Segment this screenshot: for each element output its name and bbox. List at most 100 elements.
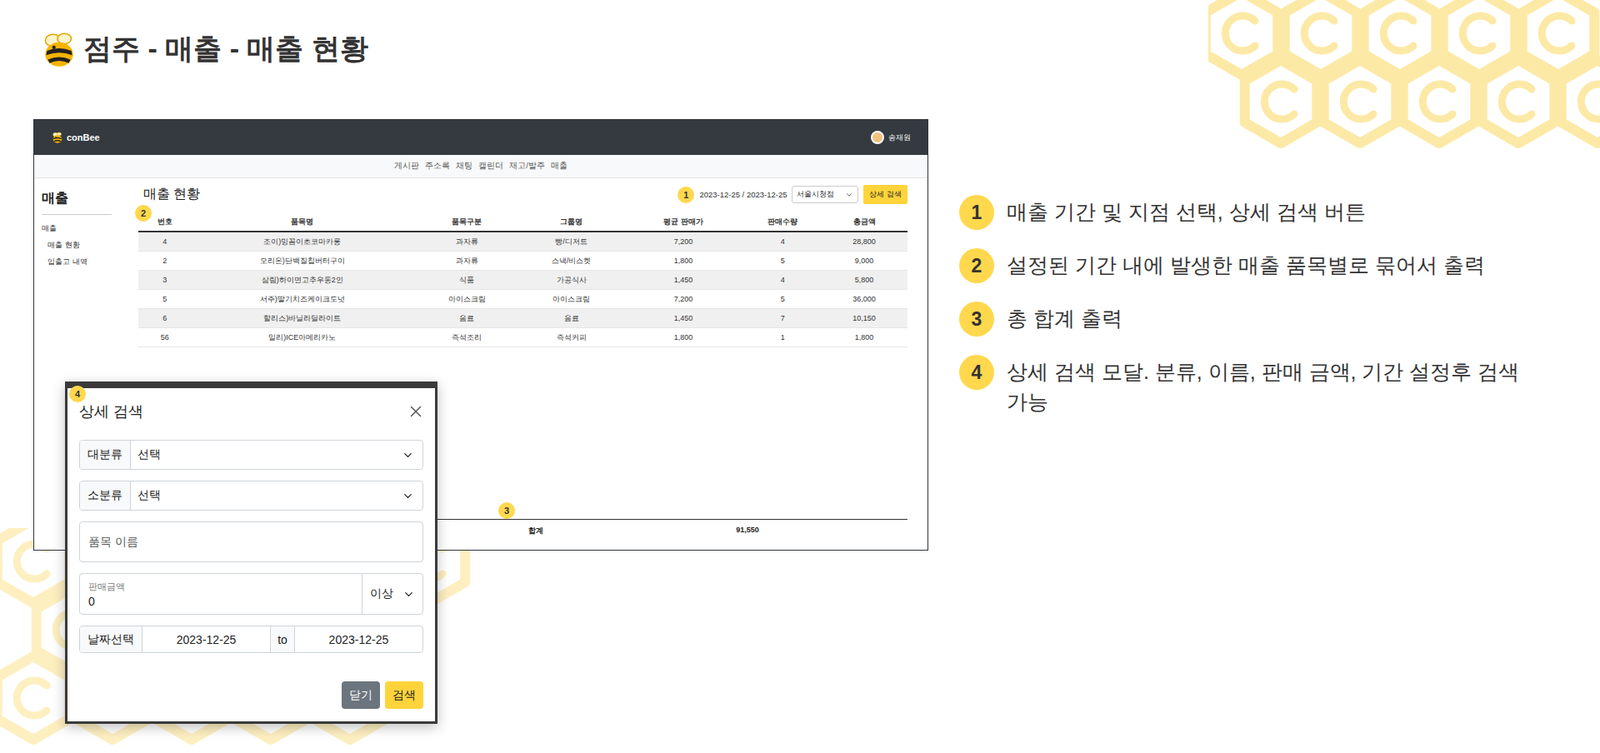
close-icon: [406, 402, 425, 421]
chevron-down-icon: [845, 190, 854, 200]
sidebar-item[interactable]: 매출: [41, 223, 112, 235]
table-cell: 10,150: [820, 314, 908, 323]
table-cell: 9,000: [820, 256, 908, 265]
field-label: 판매금액: [88, 580, 354, 594]
total-label: 합계: [505, 525, 567, 537]
bee-icon: [50, 130, 65, 145]
table-cell: 빵/디저트: [520, 236, 622, 248]
page-title: 매출 현황: [143, 185, 200, 204]
table-cell: 음료: [413, 313, 520, 325]
slide: 점주 - 매출 - 매출 현황 conBee 송재원게시판 주소록 채팅 캘린더 재고/발주…: [0, 0, 1600, 753]
hexagon: [1482, 60, 1555, 144]
table-row[interactable]: 2오리온)단백질칩버터구이과자류스낵/비스켓1,80059,000: [138, 251, 908, 271]
hexagon: [1324, 60, 1397, 144]
modal-body: 대분류선택소분류선택품목 이름판매금액0이상날짜선택2023-12-25to20…: [67, 421, 435, 654]
hexagon: [1245, 60, 1318, 144]
table-row[interactable]: 3삼림)하이면고추우동2인식품가공식사1,45045,800: [138, 270, 908, 290]
search-button[interactable]: 검색: [385, 681, 424, 710]
price-input[interactable]: 판매금액0: [80, 574, 362, 615]
nav-item[interactable]: 채팅: [455, 160, 473, 172]
table-cell: 과자류: [413, 236, 520, 248]
bee-logo-icon: [38, 28, 80, 70]
table-cell: 6: [138, 314, 192, 323]
header-cell: 총금액: [820, 216, 908, 228]
minor-category-select[interactable]: 소분류선택: [79, 480, 424, 511]
header-cell: 그룹명: [520, 216, 622, 228]
table-cell: 36,000: [820, 295, 908, 304]
marker-badge: 1: [677, 186, 695, 204]
select-value[interactable]: 선택: [130, 481, 423, 510]
annotation-number: 4: [959, 355, 995, 390]
table-cell: 4: [744, 237, 821, 246]
slide-content: 점주 - 매출 - 매출 현황 conBee 송재원게시판 주소록 채팅 캘린더 재고/발주…: [0, 0, 1600, 551]
table-cell: 식품: [413, 275, 520, 286]
chevron-down-icon: [401, 449, 415, 462]
table-row[interactable]: 56일리)ICE아메리카노즉석조리즉석커피1,80011,800: [138, 328, 908, 348]
table-row[interactable]: 4조이)밍꼼이초코마카롱과자류빵/디저트7,200428,800: [138, 232, 908, 252]
store-select[interactable]: 서울시청점: [791, 185, 859, 204]
field-label: 소분류: [80, 481, 131, 510]
close-button[interactable]: [406, 402, 425, 421]
modal-title: 상세 검색: [79, 401, 144, 422]
table-cell: 일리)ICE아메리카노: [191, 332, 415, 344]
header-cell: 평균 판매가: [622, 216, 745, 228]
annotation-item: 2 설정된 기간 내에 발생한 매출 품목별로 묶어서 출력: [959, 248, 1526, 284]
table-cell: 5: [744, 256, 821, 265]
modal-header: 상세 검색: [67, 388, 435, 422]
table-cell: 아이스크림: [413, 294, 520, 305]
annotation-text: 상세 검색 모달. 분류, 이름, 판매 금액, 기간 설정후 검색 가능: [1006, 355, 1526, 418]
table-cell: 할리스)바닐라딜라이트: [191, 313, 415, 325]
sidebar-item[interactable]: 매출 현황: [41, 240, 112, 251]
nav-item[interactable]: 매출: [550, 160, 568, 172]
modal-footer: 닫기검색: [67, 653, 435, 722]
chevron-down-icon: [402, 588, 415, 601]
table-cell: 즉석조리: [413, 332, 520, 344]
app-logo[interactable]: conBee: [50, 130, 100, 145]
honeycomb-decoration: [1208, 0, 1600, 150]
date-to-input[interactable]: 2023-12-25: [295, 626, 423, 653]
annotation-text: 설정된 기간 내에 발생한 매출 품목별로 묶어서 출력: [1006, 248, 1485, 280]
major-category-select[interactable]: 대분류선택: [79, 440, 424, 470]
hexagon: [1403, 60, 1476, 144]
date-separator: to: [270, 626, 295, 653]
table-cell: 스낵/비스켓: [520, 255, 622, 267]
table-cell: 5: [744, 295, 821, 304]
marker-badge: 4: [69, 385, 86, 403]
marker-badge: 2: [135, 205, 152, 222]
nav-item[interactable]: 주소록: [425, 160, 450, 172]
sales-table: 2번호품목명품목구분그룹명평균 판매가판매수량총금액4조이)밍꼼이초코마카롱과자…: [138, 213, 908, 348]
annotation-text: 총 합계 출력: [1006, 301, 1123, 334]
user-menu[interactable]: 송재원: [870, 130, 911, 145]
table-row[interactable]: 6할리스)바닐라딜라이트음료음료1,450710,150: [138, 309, 908, 329]
header-cell: 판매수량: [744, 216, 821, 228]
table-cell: 조이)밍꼼이초코마카롱: [191, 236, 415, 248]
annotation-item: 1매출 기간 및 지점 선택, 상세 검색 버튼: [959, 195, 1526, 230]
annotation-text: 매출 기간 및 지점 선택, 상세 검색 버튼: [1006, 195, 1366, 227]
annotation-item: 3 총 합계 출력: [959, 301, 1526, 337]
detail-search-button[interactable]: 상세 검색: [863, 185, 908, 205]
select-value[interactable]: 선택: [130, 440, 423, 470]
table-cell: 4: [744, 275, 821, 285]
table-cell: 1,800: [622, 256, 745, 265]
date-from-input[interactable]: 2023-12-25: [142, 626, 270, 653]
nav-item[interactable]: 재고/발주: [509, 160, 545, 172]
hexagon: [0, 656, 70, 740]
sidebar-item[interactable]: 입출고 내역: [41, 256, 112, 268]
table-cell: 오리온)단백질칩버터구이: [191, 255, 415, 267]
nav-item[interactable]: 게시판: [394, 160, 420, 172]
cancel-button[interactable]: 닫기: [341, 681, 380, 710]
period-text[interactable]: 2023-12-25 / 2023-12-25: [699, 190, 787, 200]
table-cell: 과자류: [413, 255, 520, 267]
table-cell: 2: [138, 256, 192, 265]
price-value: 0: [88, 595, 354, 609]
price-operator-select[interactable]: 이상: [361, 574, 423, 615]
annotation-number: 2: [959, 248, 995, 284]
slide-body: conBee송재원게시판주소록채팅캘린더재고/발주매출매출매출매출 현황입출고 …: [0, 119, 1600, 551]
annotation-list: 1매출 기간 및 지점 선택, 상세 검색 버튼 2 설정된 기간 내에 발생한 매…: [959, 119, 1526, 418]
nav-item[interactable]: 캘린더: [478, 160, 504, 172]
annotation-number: 3: [959, 301, 995, 337]
slide-title: 점주 - 매출 - 매출 현황: [83, 30, 369, 69]
hexagon: [1561, 60, 1600, 144]
item-name-input[interactable]: 품목 이름: [79, 521, 424, 563]
table-row[interactable]: 5서주)딸기치즈케이크도넛아이스크림아이스크림7,200536,000: [138, 290, 908, 310]
